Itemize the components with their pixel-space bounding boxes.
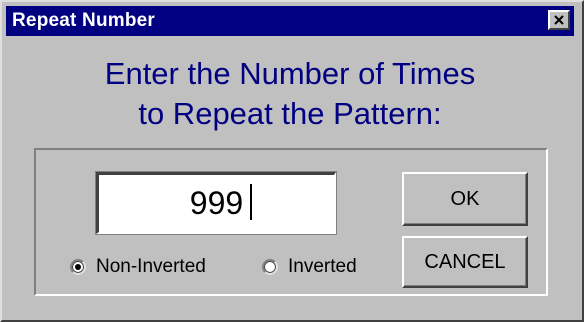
radio-non-inverted-label: Non-Inverted xyxy=(96,256,206,277)
radio-button-non-inverted[interactable] xyxy=(70,259,86,275)
ok-button-label: OK xyxy=(450,187,480,210)
close-icon xyxy=(554,15,564,25)
window-title: Repeat Number xyxy=(12,10,156,31)
cancel-button[interactable]: CANCEL xyxy=(402,236,528,288)
radio-non-inverted[interactable]: Non-Inverted xyxy=(70,256,206,278)
prompt-text: Enter the Number of Times to Repeat the … xyxy=(0,54,580,134)
title-bar[interactable]: Repeat Number xyxy=(6,6,574,36)
cancel-button-label: CANCEL xyxy=(424,250,506,273)
radio-inverted-label: Inverted xyxy=(288,256,357,277)
radio-selected-icon xyxy=(75,264,81,270)
prompt-line-2: to Repeat the Pattern: xyxy=(138,96,442,131)
radio-button-inverted[interactable] xyxy=(262,259,278,275)
prompt-line-1: Enter the Number of Times xyxy=(104,56,476,91)
close-button[interactable] xyxy=(548,10,570,30)
repeat-count-input[interactable] xyxy=(95,171,337,235)
text-caret xyxy=(250,184,252,220)
radio-inverted[interactable]: Inverted xyxy=(262,256,357,278)
ok-button[interactable]: OK xyxy=(402,172,528,226)
